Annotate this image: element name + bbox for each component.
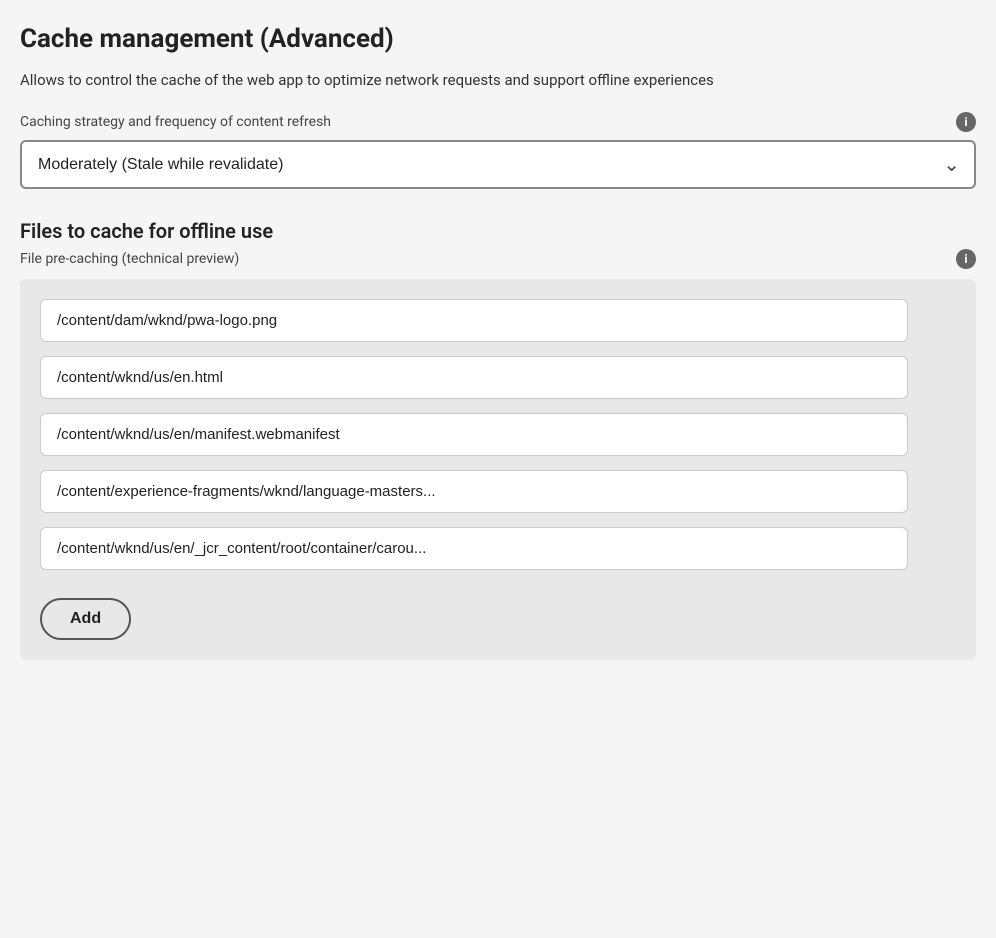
file-row (40, 413, 956, 456)
file-precaching-label-row: File pre-caching (technical preview) i (20, 249, 976, 269)
add-button[interactable]: Add (40, 598, 131, 640)
move-file-4-button[interactable] (944, 485, 956, 497)
delete-file-3-button[interactable] (920, 428, 932, 440)
file-input-5[interactable] (40, 527, 908, 570)
file-row (40, 470, 956, 513)
caching-strategy-wrapper: Moderately (Stale while revalidate)Aggre… (20, 140, 976, 189)
page-title: Cache management (Advanced) (20, 24, 976, 55)
delete-file-2-button[interactable] (920, 371, 932, 383)
file-input-4[interactable] (40, 470, 908, 513)
move-file-2-button[interactable] (944, 371, 956, 383)
page-description: Allows to control the cache of the web a… (20, 69, 976, 92)
file-input-1[interactable] (40, 299, 908, 342)
move-file-1-button[interactable] (944, 314, 956, 326)
caching-strategy-label-row: Caching strategy and frequency of conten… (20, 112, 976, 132)
files-section-title: Files to cache for offline use (20, 219, 976, 243)
move-file-5-button[interactable] (944, 542, 956, 554)
delete-file-5-button[interactable] (920, 542, 932, 554)
file-row (40, 527, 956, 570)
file-precaching-info-icon[interactable]: i (956, 249, 976, 269)
delete-file-4-button[interactable] (920, 485, 932, 497)
delete-file-1-button[interactable] (920, 314, 932, 326)
caching-strategy-select[interactable]: Moderately (Stale while revalidate)Aggre… (20, 140, 976, 189)
caching-strategy-info-icon[interactable]: i (956, 112, 976, 132)
file-input-3[interactable] (40, 413, 908, 456)
file-row (40, 299, 956, 342)
file-input-2[interactable] (40, 356, 908, 399)
files-section: Add (20, 279, 976, 660)
caching-strategy-label: Caching strategy and frequency of conten… (20, 114, 331, 130)
file-row (40, 356, 956, 399)
move-file-3-button[interactable] (944, 428, 956, 440)
file-precaching-label: File pre-caching (technical preview) (20, 251, 239, 267)
